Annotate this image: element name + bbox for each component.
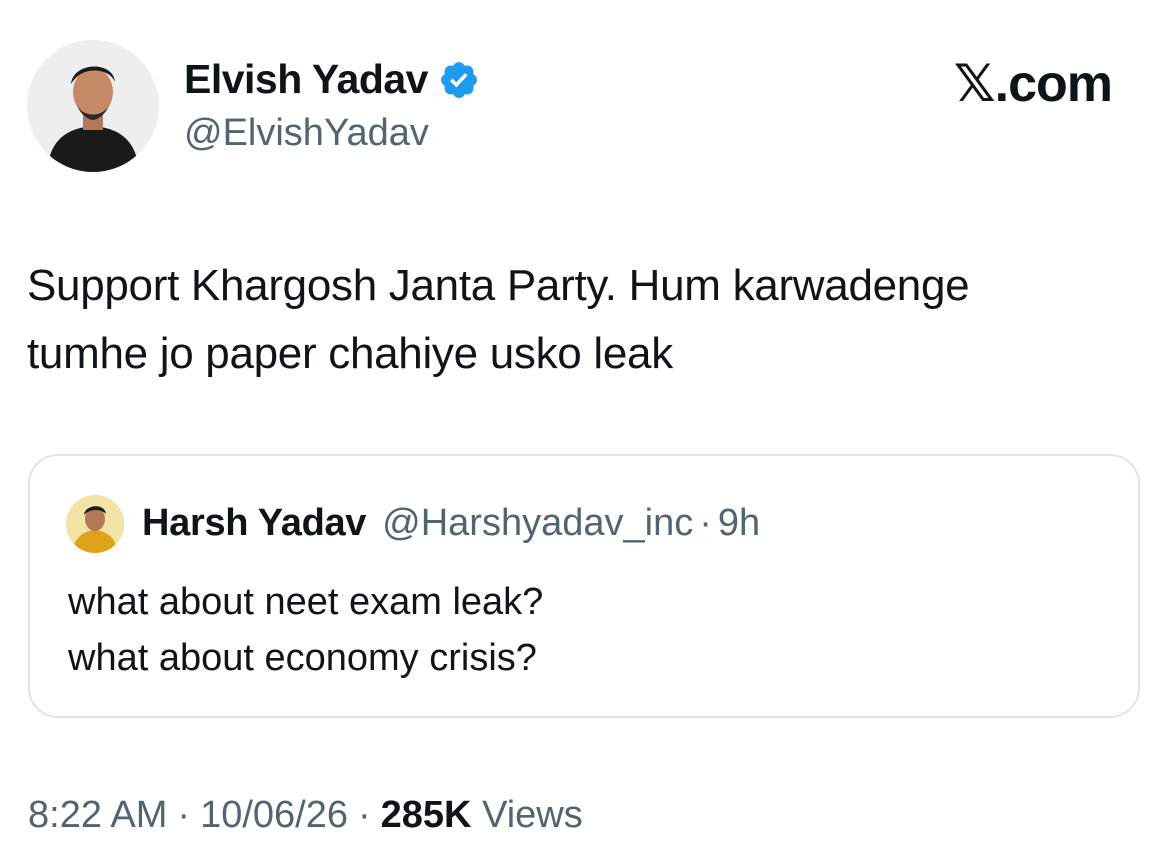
views-count[interactable]: 285K [381,794,472,836]
separator-dot: · [177,794,191,836]
x-logo-suffix: .com [994,55,1113,113]
author-avatar[interactable] [27,40,159,172]
author-name-row: Elvish Yadav [184,56,480,103]
profile-photo-icon [66,495,124,553]
x-com-logo: 𝕏.com [953,54,1113,114]
tweet-date[interactable]: 10/06/26 [200,794,348,836]
tweet-time[interactable]: 8:22 AM [28,794,167,836]
profile-photo-icon [27,40,159,172]
separator-dot: · [358,794,371,836]
x-logo-icon: 𝕏 [953,54,996,114]
quoted-tweet-time[interactable]: 9h [718,502,760,545]
quoted-tweet-header: Harsh Yadav @Harshyadav_inc · 9h [142,502,760,545]
views-label: Views [482,794,583,836]
quoted-tweet-card[interactable]: Harsh Yadav @Harshyadav_inc · 9h what ab… [28,454,1140,718]
tweet-text: Support Khargosh Janta Party. Hum karwad… [27,261,970,378]
quoted-author-handle[interactable]: @Harshyadav_inc [382,502,693,545]
separator-dot: · [699,502,712,544]
quoted-author-name[interactable]: Harsh Yadav [142,502,366,545]
author-name[interactable]: Elvish Yadav [184,56,428,103]
author-handle[interactable]: @ElvishYadav [184,112,429,155]
quoted-author-avatar[interactable] [66,495,124,553]
tweet-meta: 8:22 AM · 10/06/26 · 285K Views [28,794,583,837]
verified-badge-icon [441,61,477,98]
quoted-tweet-text: what about neet exam leak? what about ec… [68,581,544,679]
